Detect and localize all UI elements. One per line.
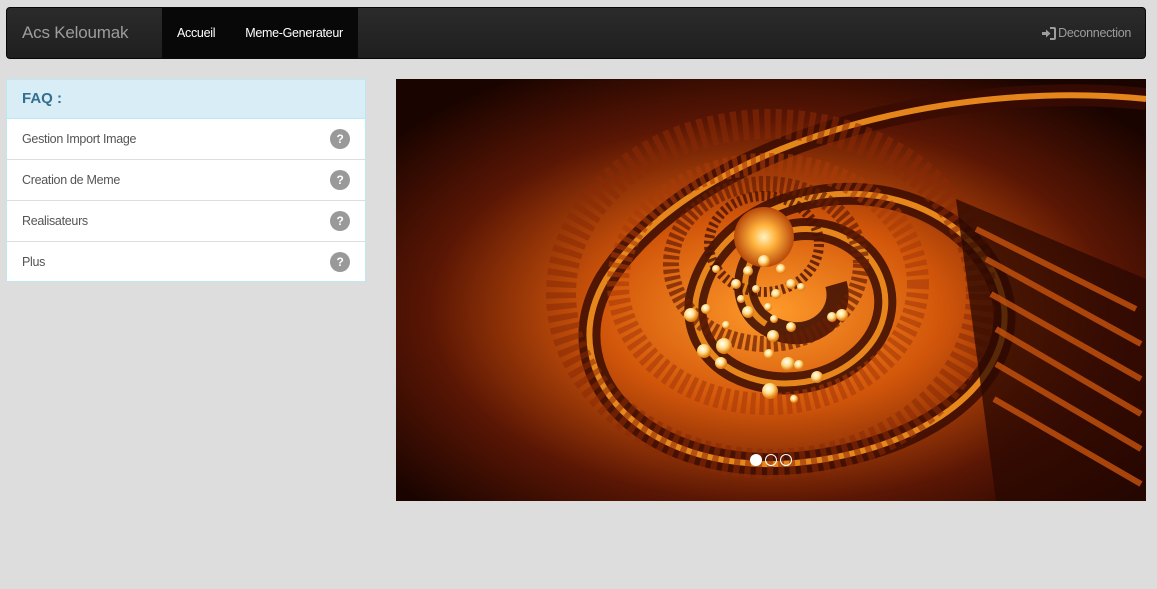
question-icon[interactable]: ?: [330, 252, 350, 272]
faq-item-label: Plus: [22, 255, 46, 269]
carousel-indicator-1[interactable]: [750, 454, 762, 466]
top-navbar: Acs Keloumak Accueil Meme-Generateur Dec…: [6, 7, 1146, 59]
question-icon[interactable]: ?: [330, 170, 350, 190]
logout-label: Deconnection: [1058, 26, 1131, 40]
question-icon[interactable]: ?: [330, 129, 350, 149]
nav-link-accueil[interactable]: Accueil: [162, 8, 231, 58]
spiral-staircase-image: [396, 79, 1146, 501]
faq-panel: FAQ : Gestion Import Image ? Creation de…: [6, 79, 366, 282]
faq-title: FAQ :: [7, 80, 365, 119]
question-icon[interactable]: ?: [330, 211, 350, 231]
carousel-indicator-3[interactable]: [780, 454, 792, 466]
faq-item-creation-de-meme[interactable]: Creation de Meme ?: [7, 160, 365, 201]
nav-link-meme-generateur[interactable]: Meme-Generateur: [230, 8, 358, 58]
faq-item-label: Gestion Import Image: [22, 132, 137, 146]
faq-item-label: Creation de Meme: [22, 173, 121, 187]
faq-item-realisateurs[interactable]: Realisateurs ?: [7, 201, 365, 242]
image-carousel[interactable]: [396, 79, 1146, 501]
logout-link[interactable]: Deconnection: [1041, 8, 1131, 58]
carousel-indicator-2[interactable]: [765, 454, 777, 466]
brand-link[interactable]: Acs Keloumak: [22, 8, 128, 58]
sign-in-icon: [1042, 26, 1057, 40]
faq-item-gestion-import-image[interactable]: Gestion Import Image ?: [7, 119, 365, 160]
faq-item-plus[interactable]: Plus ?: [7, 242, 365, 283]
carousel-indicators: [396, 454, 1146, 466]
nav-links: Accueil Meme-Generateur: [162, 8, 358, 58]
faq-item-label: Realisateurs: [22, 214, 88, 228]
